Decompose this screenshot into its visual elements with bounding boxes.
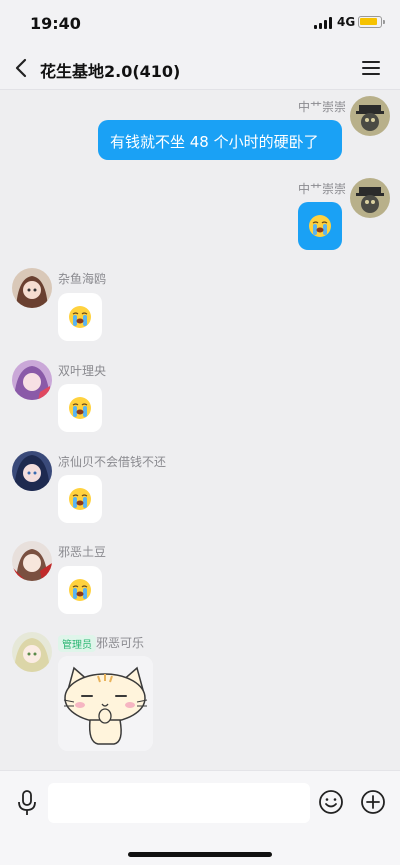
avatar[interactable] [12,268,52,308]
message-bubble[interactable] [58,293,102,341]
avatar[interactable] [12,451,52,491]
hamburger-menu-icon[interactable] [362,59,382,77]
avatar[interactable] [12,632,52,672]
message-bubble[interactable] [58,475,102,523]
message-input[interactable] [48,783,310,823]
loudly-crying-face-icon [69,579,91,601]
chat-header: 花生基地2.0(410) [0,46,400,90]
loudly-crying-face-icon [69,306,91,328]
plus-icon[interactable] [360,789,386,815]
status-time: 19:40 [30,14,81,33]
loudly-crying-face-icon [309,215,331,237]
input-bar [0,770,400,865]
sender-name: 邪恶可乐 [96,636,145,650]
sender-name: 凉仙贝不会借钱不还 [58,455,167,469]
microphone-icon[interactable] [16,789,38,817]
message-bubble[interactable] [58,384,102,432]
status-bar: 19:40 4G [0,0,400,46]
message-bubble[interactable]: 有钱就不坐 48 个小时的硬卧了 [98,120,342,160]
signal-icon [314,17,332,29]
message-bubble[interactable] [298,202,342,250]
avatar[interactable] [12,541,52,581]
loudly-crying-face-icon [69,488,91,510]
message-list[interactable]: 中艹崇崇 有钱就不坐 48 个小时的硬卧了 中艹崇崇 杂鱼海鸥 双叶理央 凉仙贝… [0,90,400,770]
network-label: 4G [337,15,356,29]
message-text: 有钱就不坐 48 个小时的硬卧了 [110,133,319,151]
smiley-icon[interactable] [318,789,344,815]
group-title[interactable]: 花生基地2.0(410) [40,58,180,82]
sender-name: 中艹崇崇 [297,182,346,196]
avatar[interactable] [350,178,390,218]
cat-sticker [58,656,153,751]
admin-badge: 管理员 [58,635,96,652]
sender-name: 中艹崇崇 [297,100,346,114]
sender-name: 杂鱼海鸥 [58,272,107,286]
chevron-left-icon[interactable] [12,54,32,82]
sender-name: 双叶理央 [58,364,107,378]
avatar[interactable] [350,96,390,136]
sticker-message[interactable] [58,656,153,751]
avatar[interactable] [12,360,52,400]
home-indicator[interactable] [128,852,272,857]
message-bubble[interactable] [58,566,102,614]
battery-icon [358,16,385,28]
sender-name: 邪恶土豆 [58,545,107,559]
loudly-crying-face-icon [69,397,91,419]
